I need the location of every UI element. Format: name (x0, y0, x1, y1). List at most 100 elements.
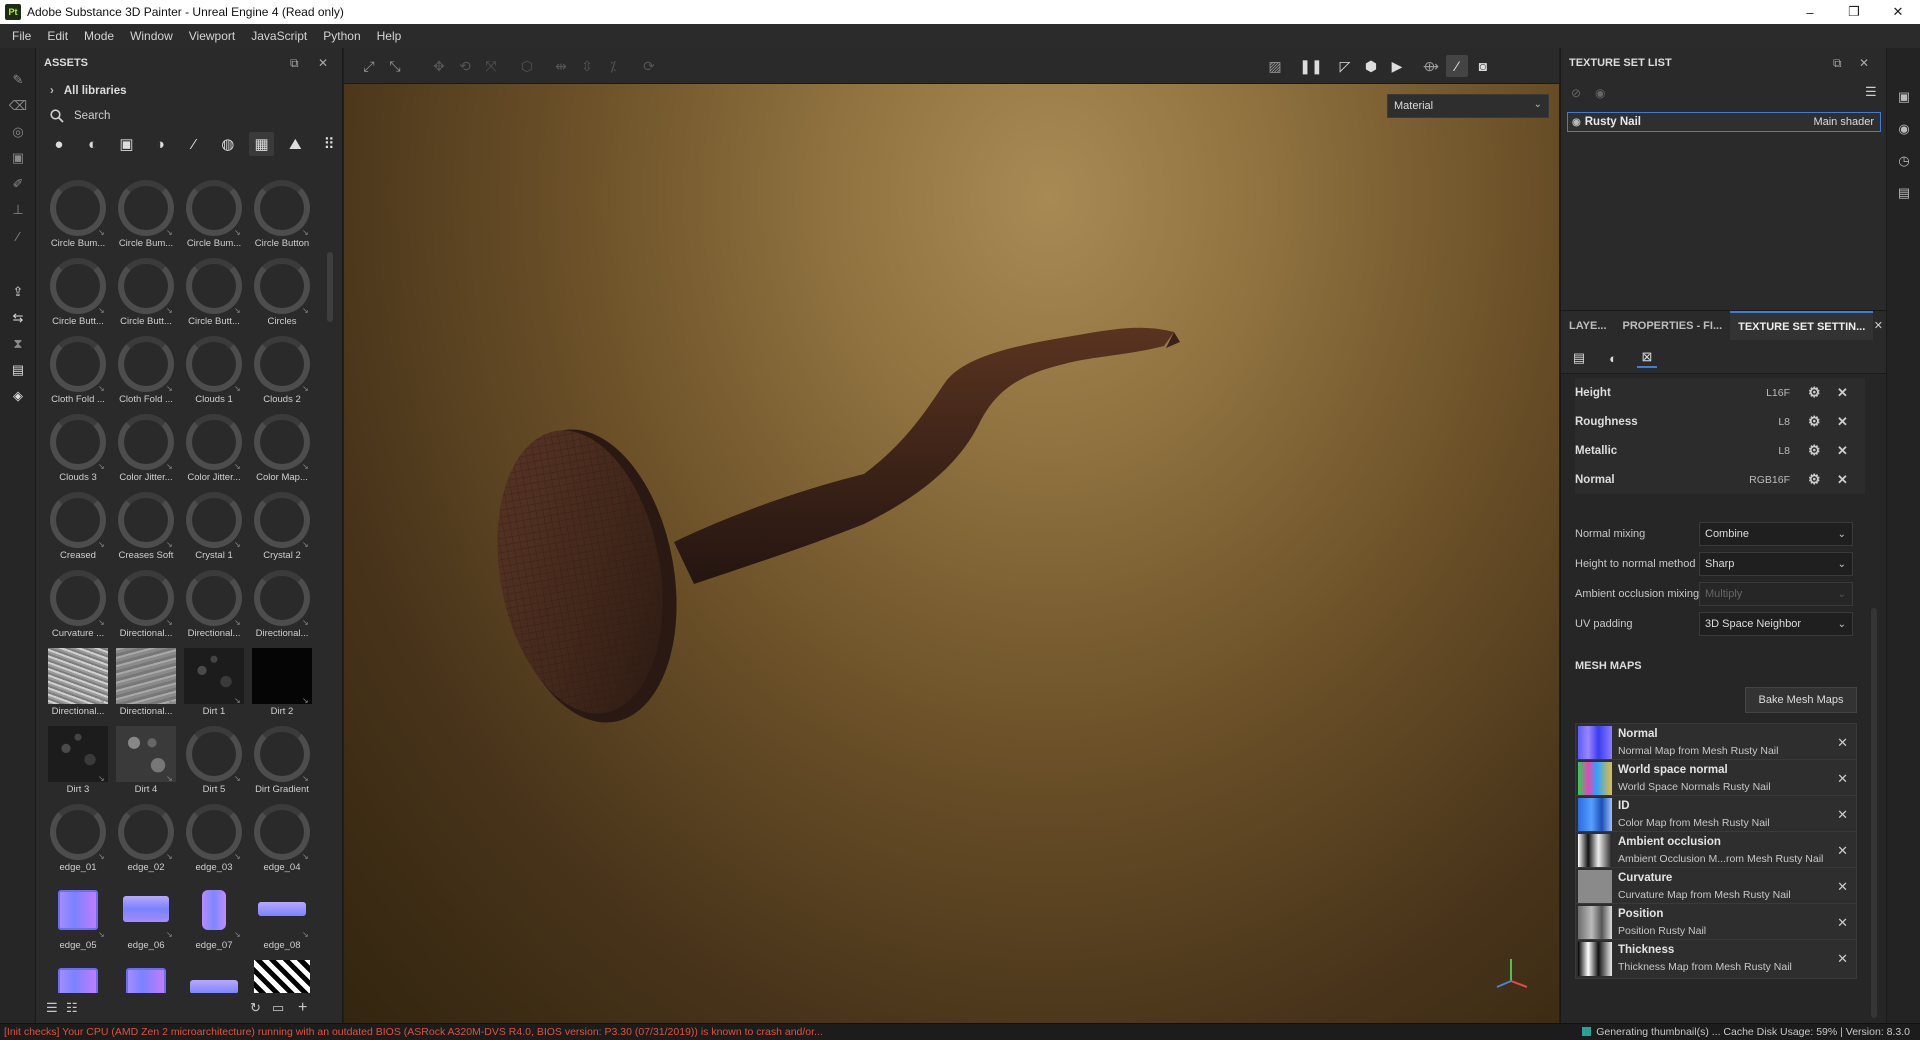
add-icon[interactable]: + (298, 999, 307, 1017)
channel-format[interactable]: L16F (1740, 387, 1790, 399)
remove-icon[interactable]: ✕ (1837, 807, 1848, 823)
asset-thumbnail[interactable]: ↘ Clouds 3 (44, 412, 112, 490)
asset-thumbnail[interactable]: ↘ Creased (44, 490, 112, 568)
uv-padding-select[interactable]: 3D Space Neighbor ⌄ (1699, 612, 1853, 636)
uv-icon[interactable]: ⊠ (1637, 348, 1657, 368)
camera-icon[interactable]: ▶ (1386, 55, 1408, 77)
textures-filter-icon[interactable]: ▦ (248, 132, 275, 156)
undock-icon[interactable]: ⧉ (1833, 56, 1842, 71)
menu-edit[interactable]: Edit (39, 29, 76, 43)
gear-icon[interactable]: ⚙ (1808, 442, 1821, 459)
transform-icon[interactable]: ⤢ (358, 55, 380, 77)
asset-thumbnail[interactable]: ↘ Crystal 2 (248, 490, 316, 568)
bake-mesh-maps-button[interactable]: Bake Mesh Maps (1745, 687, 1857, 713)
status-warning[interactable]: [Init checks] Your CPU (AMD Zen 2 microa… (4, 1026, 823, 1038)
asset-thumbnail[interactable]: ↘ Clouds 2 (248, 334, 316, 412)
remove-icon[interactable]: ✕ (1837, 414, 1848, 430)
mesh-map-slot[interactable]: Normal Normal Map from Mesh Rusty Nail ✕ (1575, 723, 1857, 763)
paint-mode-icon[interactable]: ⟴ (1420, 55, 1442, 77)
tab-properties[interactable]: PROPERTIES - FI... (1615, 320, 1731, 332)
channel-row-height[interactable]: Height L16F ⚙ ✕ (1575, 378, 1865, 407)
texture-set-shader[interactable]: Main shader (1813, 116, 1874, 128)
pause-icon[interactable]: ❚❚ (1299, 55, 1322, 77)
asset-thumbnail[interactable]: ↘ Dirt Gradient (248, 724, 316, 802)
gear-icon[interactable]: ⚙ (1808, 384, 1821, 401)
shader-icon[interactable]: ◐ (1603, 348, 1623, 368)
hide-icon[interactable]: ▨ (1264, 55, 1286, 77)
asset-thumbnail[interactable]: ↘ Circle Bum... (44, 178, 112, 256)
view-2d-icon[interactable]: ◸ (1334, 55, 1356, 77)
asset-thumbnail[interactable]: ↘ Color Jitter... (180, 412, 248, 490)
menu-icon[interactable]: ☰ (1865, 84, 1877, 100)
asset-thumbnail[interactable]: ↘ Color Map... (248, 412, 316, 490)
new-folder-icon[interactable]: ▭ (272, 1000, 284, 1016)
polygon-fill-icon[interactable]: ▣ (8, 148, 28, 168)
projection-icon[interactable]: ◎ (8, 122, 28, 142)
brush-mode-icon[interactable]: ⁄ (1446, 55, 1468, 77)
menu-mode[interactable]: Mode (76, 29, 122, 43)
asset-thumbnail[interactable]: ↘ Creases Soft (112, 490, 180, 568)
menu-viewport[interactable]: Viewport (181, 29, 243, 43)
viewer-settings-icon[interactable]: ▣ (1895, 88, 1913, 106)
asset-thumbnail[interactable]: ↘ edge_07 (180, 880, 248, 958)
asset-thumbnail[interactable]: ↘ Dirt 1 (180, 646, 248, 724)
paint-brush-icon[interactable]: ✎ (8, 70, 28, 90)
tab-texture-set-settings[interactable]: TEXTURE SET SETTIN... (1730, 310, 1874, 341)
texture-set-settings-icon[interactable]: ▤ (1569, 348, 1589, 368)
gear-icon[interactable]: ⚙ (1808, 471, 1821, 488)
asset-thumbnail[interactable]: ↘ edge_08 (248, 880, 316, 958)
material-mode-select[interactable]: Material ⌄ (1387, 94, 1549, 118)
texture-set-row[interactable]: ◉ Rusty Nail Main shader (1567, 112, 1881, 132)
all-libraries-row[interactable]: › All libraries (36, 78, 342, 104)
asset-thumbnail[interactable]: ↘ (44, 958, 112, 993)
asset-thumbnail[interactable]: ↘ edge_06 (112, 880, 180, 958)
filter-options-icon[interactable]: ☷ (66, 1000, 78, 1016)
align-icon[interactable]: ⧗ (8, 334, 28, 354)
asset-thumbnail[interactable]: ↘ Dirt 5 (180, 724, 248, 802)
asset-thumbnail[interactable]: ↘ Clouds 1 (180, 334, 248, 412)
remove-icon[interactable]: ✕ (1837, 951, 1848, 967)
asset-thumbnail[interactable]: ↘ edge_03 (180, 802, 248, 880)
menu-python[interactable]: Python (315, 29, 368, 43)
refresh-icon[interactable]: ↻ (250, 1000, 261, 1016)
menu-file[interactable]: File (4, 29, 39, 43)
display-icon[interactable]: ◉ (1895, 120, 1913, 138)
maximize-button[interactable]: ❐ (1832, 0, 1876, 24)
remove-icon[interactable]: ✕ (1837, 443, 1848, 459)
eraser-icon[interactable]: ⌫ (8, 96, 28, 116)
asset-thumbnail[interactable]: ↘ Circle Button (248, 178, 316, 256)
asset-thumbnail[interactable]: ↘ edge_01 (44, 802, 112, 880)
remove-icon[interactable]: ✕ (1837, 472, 1848, 488)
asset-thumbnail[interactable]: ↘ Curvature ... (44, 568, 112, 646)
assets-scrollbar[interactable] (327, 252, 333, 322)
mesh-map-slot[interactable]: Position Position Rusty Nail ✕ (1575, 903, 1857, 943)
particles-filter-icon[interactable]: ◍ (215, 132, 241, 156)
asset-thumbnail[interactable]: ↘ Dirt 2 (248, 646, 316, 724)
close-icon[interactable]: ✕ (1874, 319, 1883, 332)
remove-icon[interactable]: ✕ (1837, 879, 1848, 895)
minimize-button[interactable]: – (1788, 0, 1832, 24)
asset-thumbnail[interactable]: ↘ Directional... (44, 646, 112, 724)
asset-thumbnail[interactable]: ↘ Directional... (180, 568, 248, 646)
clone-stamp-icon[interactable]: ⊥ (8, 200, 28, 220)
asset-thumbnail[interactable]: ↘ Circle Bum... (180, 178, 248, 256)
viewport[interactable]: ⤢ ⤡ ✥ ⟲ ⤧ ⬡ ⇹ ⇳ ⁒ ⟳ ▨ ❚❚ ◸ ⬢ ▶ ⟴ ⁄ ◙ Mat… (344, 48, 1559, 1023)
export-icon[interactable]: ⇪ (8, 282, 28, 302)
channel-format[interactable]: L8 (1740, 416, 1790, 428)
uv-transform-icon[interactable]: ⤡ (384, 55, 406, 77)
generators-filter-icon[interactable]: ◑ (147, 132, 173, 156)
mesh-map-slot[interactable]: Ambient occlusion Ambient Occlusion M...r… (1575, 831, 1857, 871)
close-icon[interactable]: ✕ (318, 56, 328, 70)
asset-thumbnail[interactable]: ↘ Directional... (248, 568, 316, 646)
asset-thumbnail[interactable]: ↘ (180, 958, 248, 993)
view-3d-icon[interactable]: ⬢ (1360, 55, 1382, 77)
assets-search[interactable]: Search (36, 104, 342, 128)
asset-thumbnail[interactable]: ↘ (248, 958, 316, 993)
grid-view-icon[interactable]: ⠿ (316, 132, 342, 156)
asset-thumbnail[interactable]: ↘ Directional... (112, 646, 180, 724)
history-icon[interactable]: ◷ (1895, 152, 1913, 170)
color-picker-icon[interactable]: ⁄ (8, 226, 28, 246)
mesh-map-slot[interactable]: World space normal World Space Normals Ru… (1575, 759, 1857, 799)
gear-icon[interactable]: ⚙ (1808, 413, 1821, 430)
asset-thumbnail[interactable]: ↘ edge_04 (248, 802, 316, 880)
